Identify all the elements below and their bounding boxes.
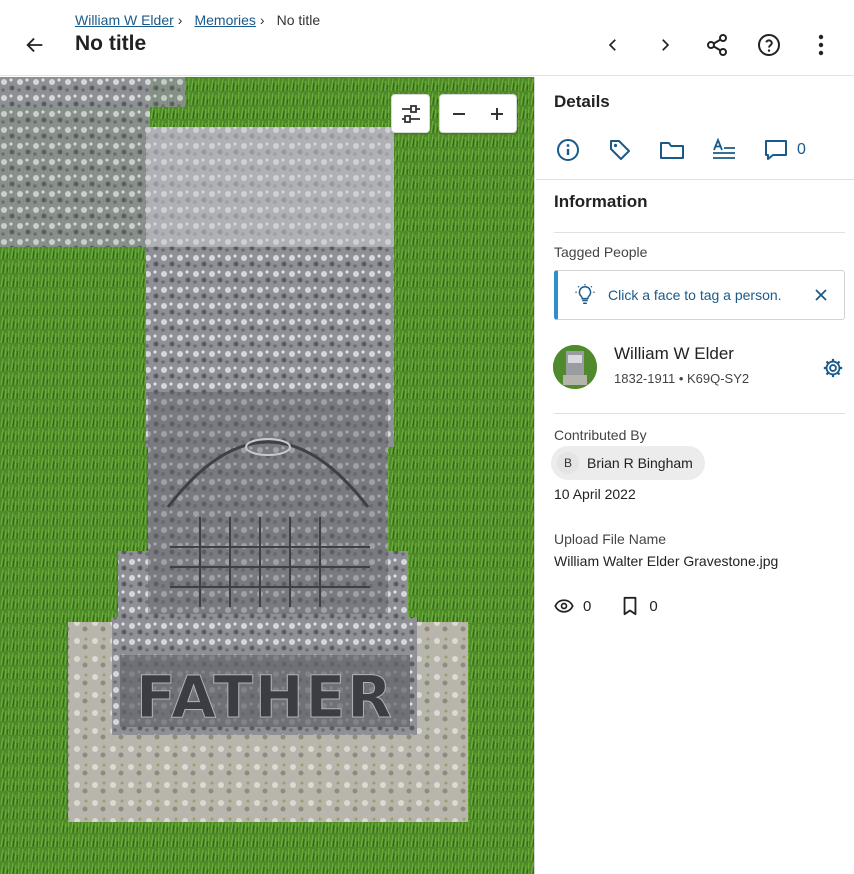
tab-tags[interactable] — [605, 135, 635, 165]
divider — [554, 232, 845, 233]
avatar-image — [553, 345, 597, 389]
contributor-initial: B — [557, 452, 579, 474]
zoom-controls — [439, 94, 517, 133]
adjust-sliders-icon — [401, 104, 420, 123]
header-actions — [578, 28, 838, 62]
memory-stats: 0 0 — [553, 595, 686, 617]
divider — [536, 179, 854, 180]
breadcrumb-link-memories[interactable]: Memories — [194, 12, 255, 28]
views-icon — [553, 595, 575, 617]
tip-close-button[interactable] — [812, 286, 830, 304]
bookmark-icon — [619, 595, 641, 617]
more-vertical-icon — [818, 34, 824, 56]
back-arrow-icon — [26, 37, 43, 53]
gravestone-photo: FATHER FATHER — [0, 77, 534, 874]
views-count: 0 — [583, 597, 592, 615]
zoom-out-icon — [453, 112, 465, 115]
help-icon — [758, 34, 780, 56]
share-icon — [707, 34, 727, 56]
details-panel: Details 0 Information Tagged People Clic… — [536, 77, 854, 874]
contributor-name: Brian R Bingham — [587, 455, 693, 471]
tab-albums[interactable] — [657, 135, 687, 165]
breadcrumb: William W Elder › Memories › No title — [75, 12, 320, 28]
zoom-in-icon — [491, 107, 503, 120]
back-button[interactable] — [20, 30, 50, 60]
breadcrumb-current: No title — [276, 12, 321, 28]
tab-comments[interactable] — [761, 135, 791, 165]
breadcrumb-separator: › — [259, 12, 265, 28]
lightbulb-icon — [575, 284, 595, 304]
comment-count: 0 — [797, 141, 806, 158]
contributed-by-label: Contributed By — [554, 427, 647, 443]
breadcrumb-separator: › — [177, 12, 183, 28]
breadcrumb-link-person[interactable]: William W Elder — [75, 12, 174, 28]
folder-icon — [660, 142, 684, 159]
person-name-link[interactable]: William W Elder — [614, 344, 734, 364]
comment-icon — [765, 140, 787, 160]
chevron-left-icon — [608, 39, 616, 51]
previous-button[interactable] — [596, 28, 630, 62]
help-button[interactable] — [752, 28, 786, 62]
page-title: No title — [75, 32, 147, 55]
panel-title: Details — [554, 92, 610, 111]
section-title-information: Information — [554, 192, 648, 211]
person-settings-button[interactable] — [821, 356, 845, 380]
tagged-people-label: Tagged People — [554, 244, 648, 260]
top-header: William W Elder › Memories › No title No… — [0, 0, 854, 76]
upload-file-label: Upload File Name — [554, 531, 667, 547]
contributor-chip[interactable]: B Brian R Bingham — [551, 446, 705, 480]
next-button[interactable] — [648, 28, 682, 62]
tag-tip-banner: Click a face to tag a person. — [554, 270, 845, 320]
adjust-image-button[interactable] — [391, 94, 430, 133]
gear-icon — [823, 358, 843, 378]
upload-file-name: William Walter Elder Gravestone.jpg — [554, 553, 779, 569]
share-button[interactable] — [700, 28, 734, 62]
tip-text: Click a face to tag a person. — [608, 287, 782, 303]
more-options-button[interactable] — [804, 28, 838, 62]
tagged-person: William W Elder 1832-1911 • K69Q-SY2 — [553, 344, 845, 396]
image-viewer[interactable]: FATHER FATHER — [0, 77, 535, 874]
tab-text[interactable] — [709, 135, 739, 165]
tag-icon — [610, 140, 630, 160]
bookmarks-count: 0 — [649, 597, 658, 615]
contributed-date: 10 April 2022 — [554, 486, 636, 502]
text-icon — [713, 138, 735, 159]
zoom-out-button[interactable] — [440, 95, 478, 132]
chevron-right-icon — [662, 39, 670, 51]
close-icon — [815, 289, 827, 301]
details-tabs: 0 — [553, 135, 806, 165]
avatar[interactable] — [553, 345, 597, 389]
divider — [554, 413, 845, 414]
person-meta: 1832-1911 • K69Q-SY2 — [614, 371, 750, 386]
zoom-in-button[interactable] — [478, 95, 516, 132]
info-icon — [557, 139, 579, 161]
tab-information[interactable] — [553, 135, 583, 165]
engraving-text: FATHER — [136, 663, 394, 731]
